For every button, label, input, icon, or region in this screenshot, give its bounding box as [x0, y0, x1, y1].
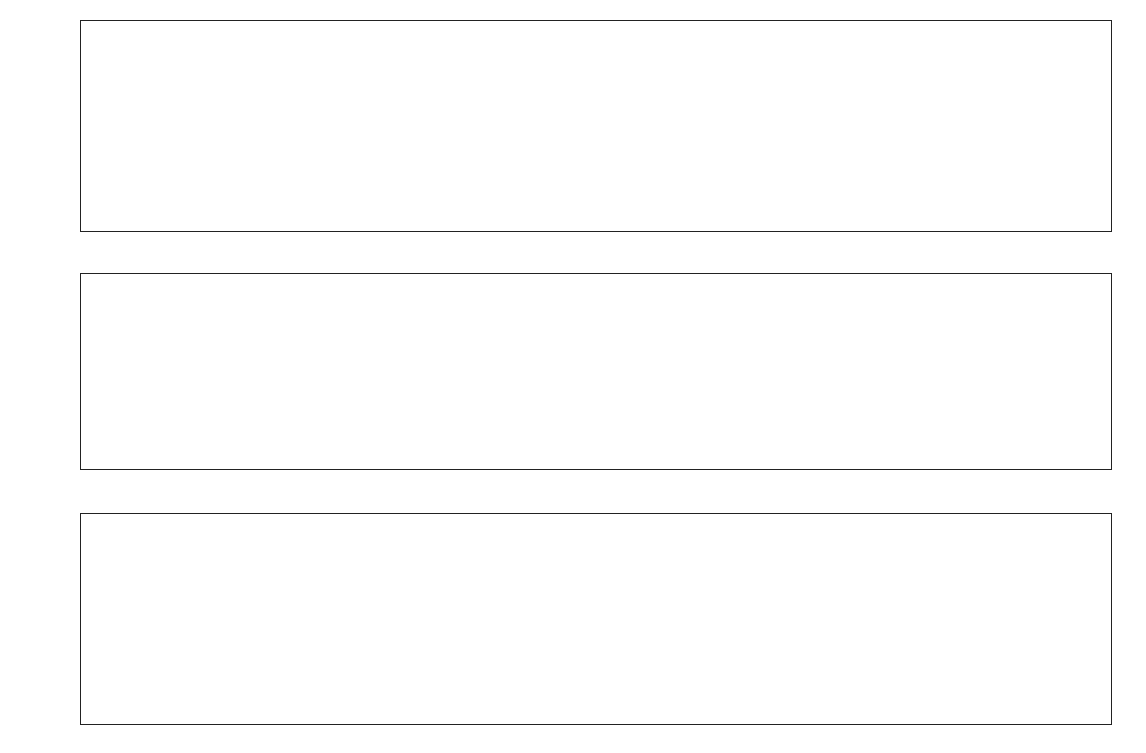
figure	[10, 10, 1136, 743]
line-series-2	[81, 274, 1111, 469]
line-series-1	[81, 21, 1111, 231]
line-series-3	[81, 514, 1111, 724]
subplot-1	[80, 20, 1112, 232]
subplot-2	[80, 273, 1112, 470]
subplot-3	[80, 513, 1112, 725]
